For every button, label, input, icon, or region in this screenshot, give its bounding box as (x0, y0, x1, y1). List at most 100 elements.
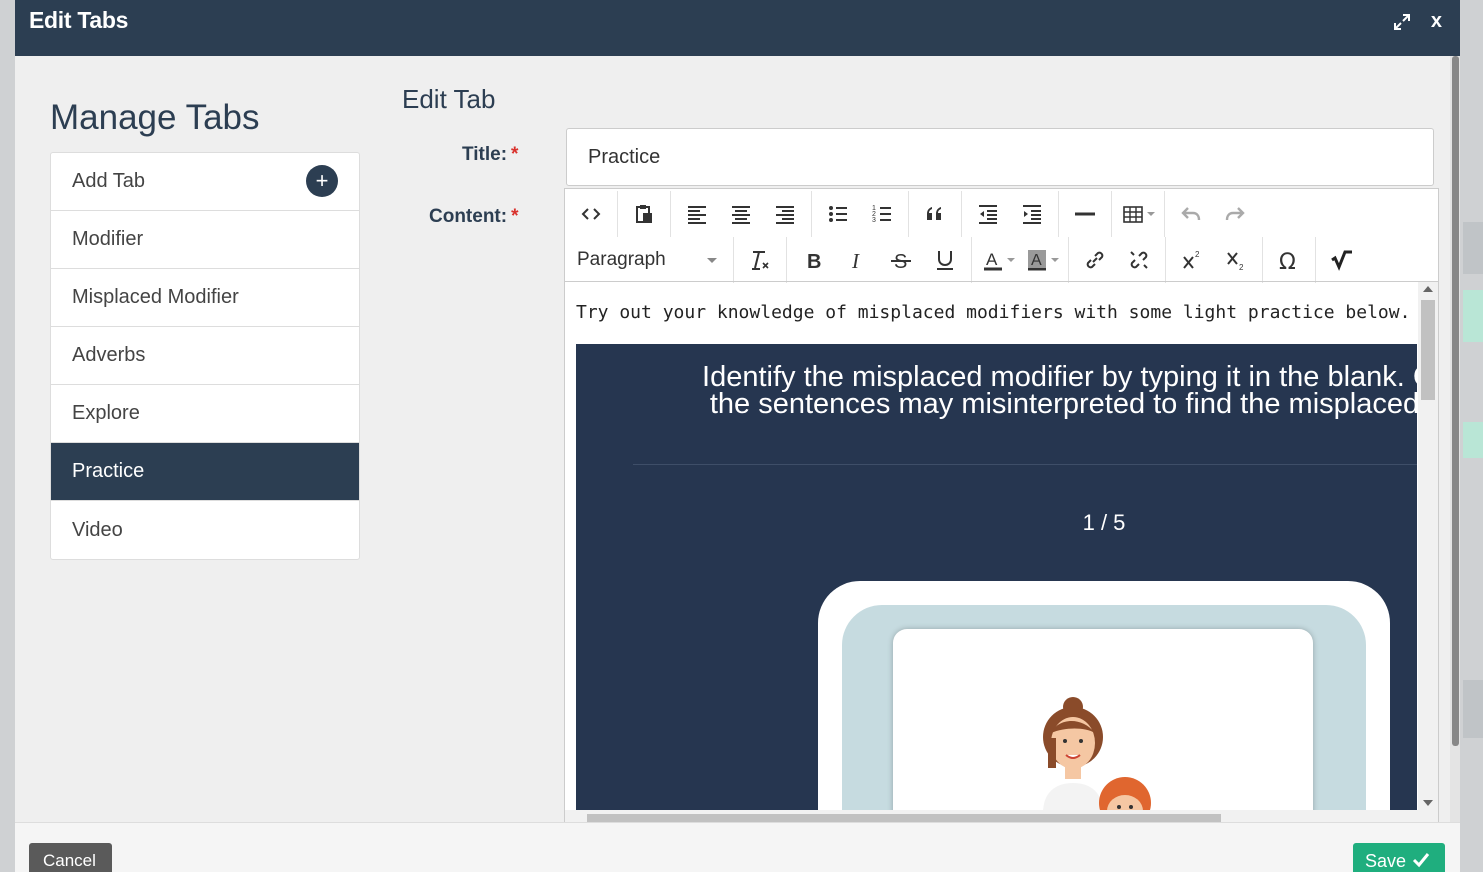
chevron-down-icon (1147, 212, 1155, 216)
edit-tabs-modal: Edit Tabs x Manage Tabs Add Tab + Modifi… (15, 0, 1460, 872)
chevron-down-icon (707, 257, 717, 263)
title-input[interactable] (566, 128, 1434, 186)
background-color-icon[interactable]: A (1020, 240, 1064, 280)
edit-tab-heading: Edit Tab (402, 84, 496, 114)
redo-icon[interactable] (1213, 194, 1257, 234)
tab-item-modifier[interactable]: Modifier (51, 211, 359, 269)
required-asterisk: * (511, 144, 519, 165)
title-label-text: Title: (462, 144, 508, 165)
toolbar-group (1069, 237, 1166, 283)
italic-icon[interactable]: I (835, 240, 879, 280)
plus-icon[interactable]: + (306, 165, 338, 197)
text-color-icon[interactable]: A (976, 240, 1020, 280)
table-icon[interactable] (1116, 194, 1160, 234)
tab-item-video[interactable]: Video (51, 501, 359, 559)
scroll-up-icon[interactable] (1423, 286, 1433, 292)
chevron-down-icon (1051, 258, 1059, 262)
tab-item-practice[interactable]: Practice (51, 443, 359, 501)
toolbar-group (1316, 237, 1368, 283)
scrollbar-thumb[interactable] (1421, 300, 1435, 400)
modal-body: Manage Tabs Add Tab + Modifier Misplaced… (15, 56, 1450, 828)
scroll-down-icon[interactable] (1423, 800, 1433, 806)
outdent-icon[interactable] (966, 194, 1010, 234)
toolbar-group: Paragraph (565, 237, 734, 283)
numbered-list-icon[interactable]: 123 (860, 194, 904, 234)
background-strip (1463, 290, 1483, 342)
background-strip (1463, 422, 1483, 458)
tab-item-label: Misplaced Modifier (72, 286, 239, 308)
align-left-icon[interactable] (675, 194, 719, 234)
math-equation-icon[interactable] (1320, 240, 1364, 280)
close-button[interactable]: x (1431, 10, 1442, 33)
underline-icon[interactable] (923, 240, 967, 280)
cancel-button[interactable]: Cancel (29, 843, 112, 872)
horizontal-rule-icon[interactable] (1063, 194, 1107, 234)
source-code-icon[interactable] (569, 194, 613, 234)
scrollbar-thumb[interactable] (1452, 56, 1459, 746)
tab-item-label: Add Tab (72, 170, 146, 192)
toolbar-group (734, 237, 787, 283)
toolbar-group: 2 2 (1166, 237, 1263, 283)
paste-icon[interactable] (622, 194, 666, 234)
svg-text:A: A (1031, 252, 1042, 269)
modal-title: Edit Tabs (29, 7, 129, 33)
tab-item-label: Video (72, 518, 123, 541)
blockquote-icon[interactable] (913, 194, 957, 234)
save-button[interactable]: Save (1353, 843, 1445, 872)
dropdown-value: Paragraph (577, 249, 666, 270)
card-image-panel (893, 629, 1313, 814)
subscript-icon[interactable]: 2 (1214, 240, 1258, 280)
toolbar-group (962, 191, 1059, 237)
undo-icon[interactable] (1169, 194, 1213, 234)
indent-icon[interactable] (1010, 194, 1054, 234)
svg-text:Ω: Ω (1279, 250, 1296, 272)
strikethrough-icon[interactable]: S (879, 240, 923, 280)
question-counter: 1 / 5 (1082, 510, 1126, 535)
special-character-icon[interactable]: Ω (1267, 240, 1311, 280)
background-left-edge (0, 0, 15, 872)
toolbar-group: B I S (787, 237, 972, 283)
modal-header: Edit Tabs x (15, 0, 1460, 56)
tab-item-label: Adverbs (72, 344, 146, 366)
svg-text:2: 2 (1239, 263, 1244, 272)
toolbar-group (909, 191, 962, 237)
tab-item-misplaced-modifier[interactable]: Misplaced Modifier (51, 269, 359, 327)
save-label: Save (1365, 851, 1407, 871)
practice-activity-block: Identify the misplaced modifier by typin… (576, 344, 1417, 814)
bullet-list-icon[interactable] (816, 194, 860, 234)
rich-text-editor: 123 Paragraph B I S A A 2 2 Ω Try out yo… (564, 188, 1439, 828)
editor-content-area[interactable]: Try out your knowledge of misplaced modi… (565, 282, 1438, 827)
toolbar-group (1165, 191, 1261, 237)
link-icon[interactable] (1073, 240, 1117, 280)
background-right-edge (1459, 0, 1483, 872)
background-strip (1463, 222, 1483, 274)
tab-item-add-tab[interactable]: Add Tab + (51, 153, 359, 211)
editor-toolbar-row-2: Paragraph B I S A A 2 2 Ω (565, 237, 1438, 283)
divider (633, 464, 1417, 465)
scrollbar-thumb[interactable] (587, 814, 1221, 822)
card-frame (842, 605, 1366, 814)
expand-icon[interactable] (1392, 12, 1412, 32)
svg-text:3: 3 (872, 217, 876, 224)
background-strip (1463, 680, 1483, 738)
align-center-icon[interactable] (719, 194, 763, 234)
align-right-icon[interactable] (763, 194, 807, 234)
tab-item-adverbs[interactable]: Adverbs (51, 327, 359, 385)
editor-vertical-scrollbar[interactable] (1418, 282, 1438, 810)
modal-scrollbar[interactable] (1450, 56, 1460, 822)
svg-text:I: I (851, 249, 860, 272)
paragraph-format-dropdown[interactable]: Paragraph (569, 240, 729, 280)
unlink-icon[interactable] (1117, 240, 1161, 280)
manage-tabs-title: Manage Tabs (50, 98, 260, 137)
content-label: Content: * (429, 206, 519, 228)
toolbar-group (565, 191, 618, 237)
tab-item-label: Practice (72, 460, 145, 482)
bold-icon[interactable]: B (791, 240, 835, 280)
clear-formatting-icon[interactable] (738, 240, 782, 280)
modal-footer: Cancel Save (15, 822, 1460, 872)
superscript-icon[interactable]: 2 (1170, 240, 1214, 280)
instruction-line-2: the sentences may misinterpreted to find… (709, 388, 1417, 420)
content-label-text: Content: (429, 206, 508, 227)
required-asterisk: * (511, 206, 519, 227)
tab-item-explore[interactable]: Explore (51, 385, 359, 443)
